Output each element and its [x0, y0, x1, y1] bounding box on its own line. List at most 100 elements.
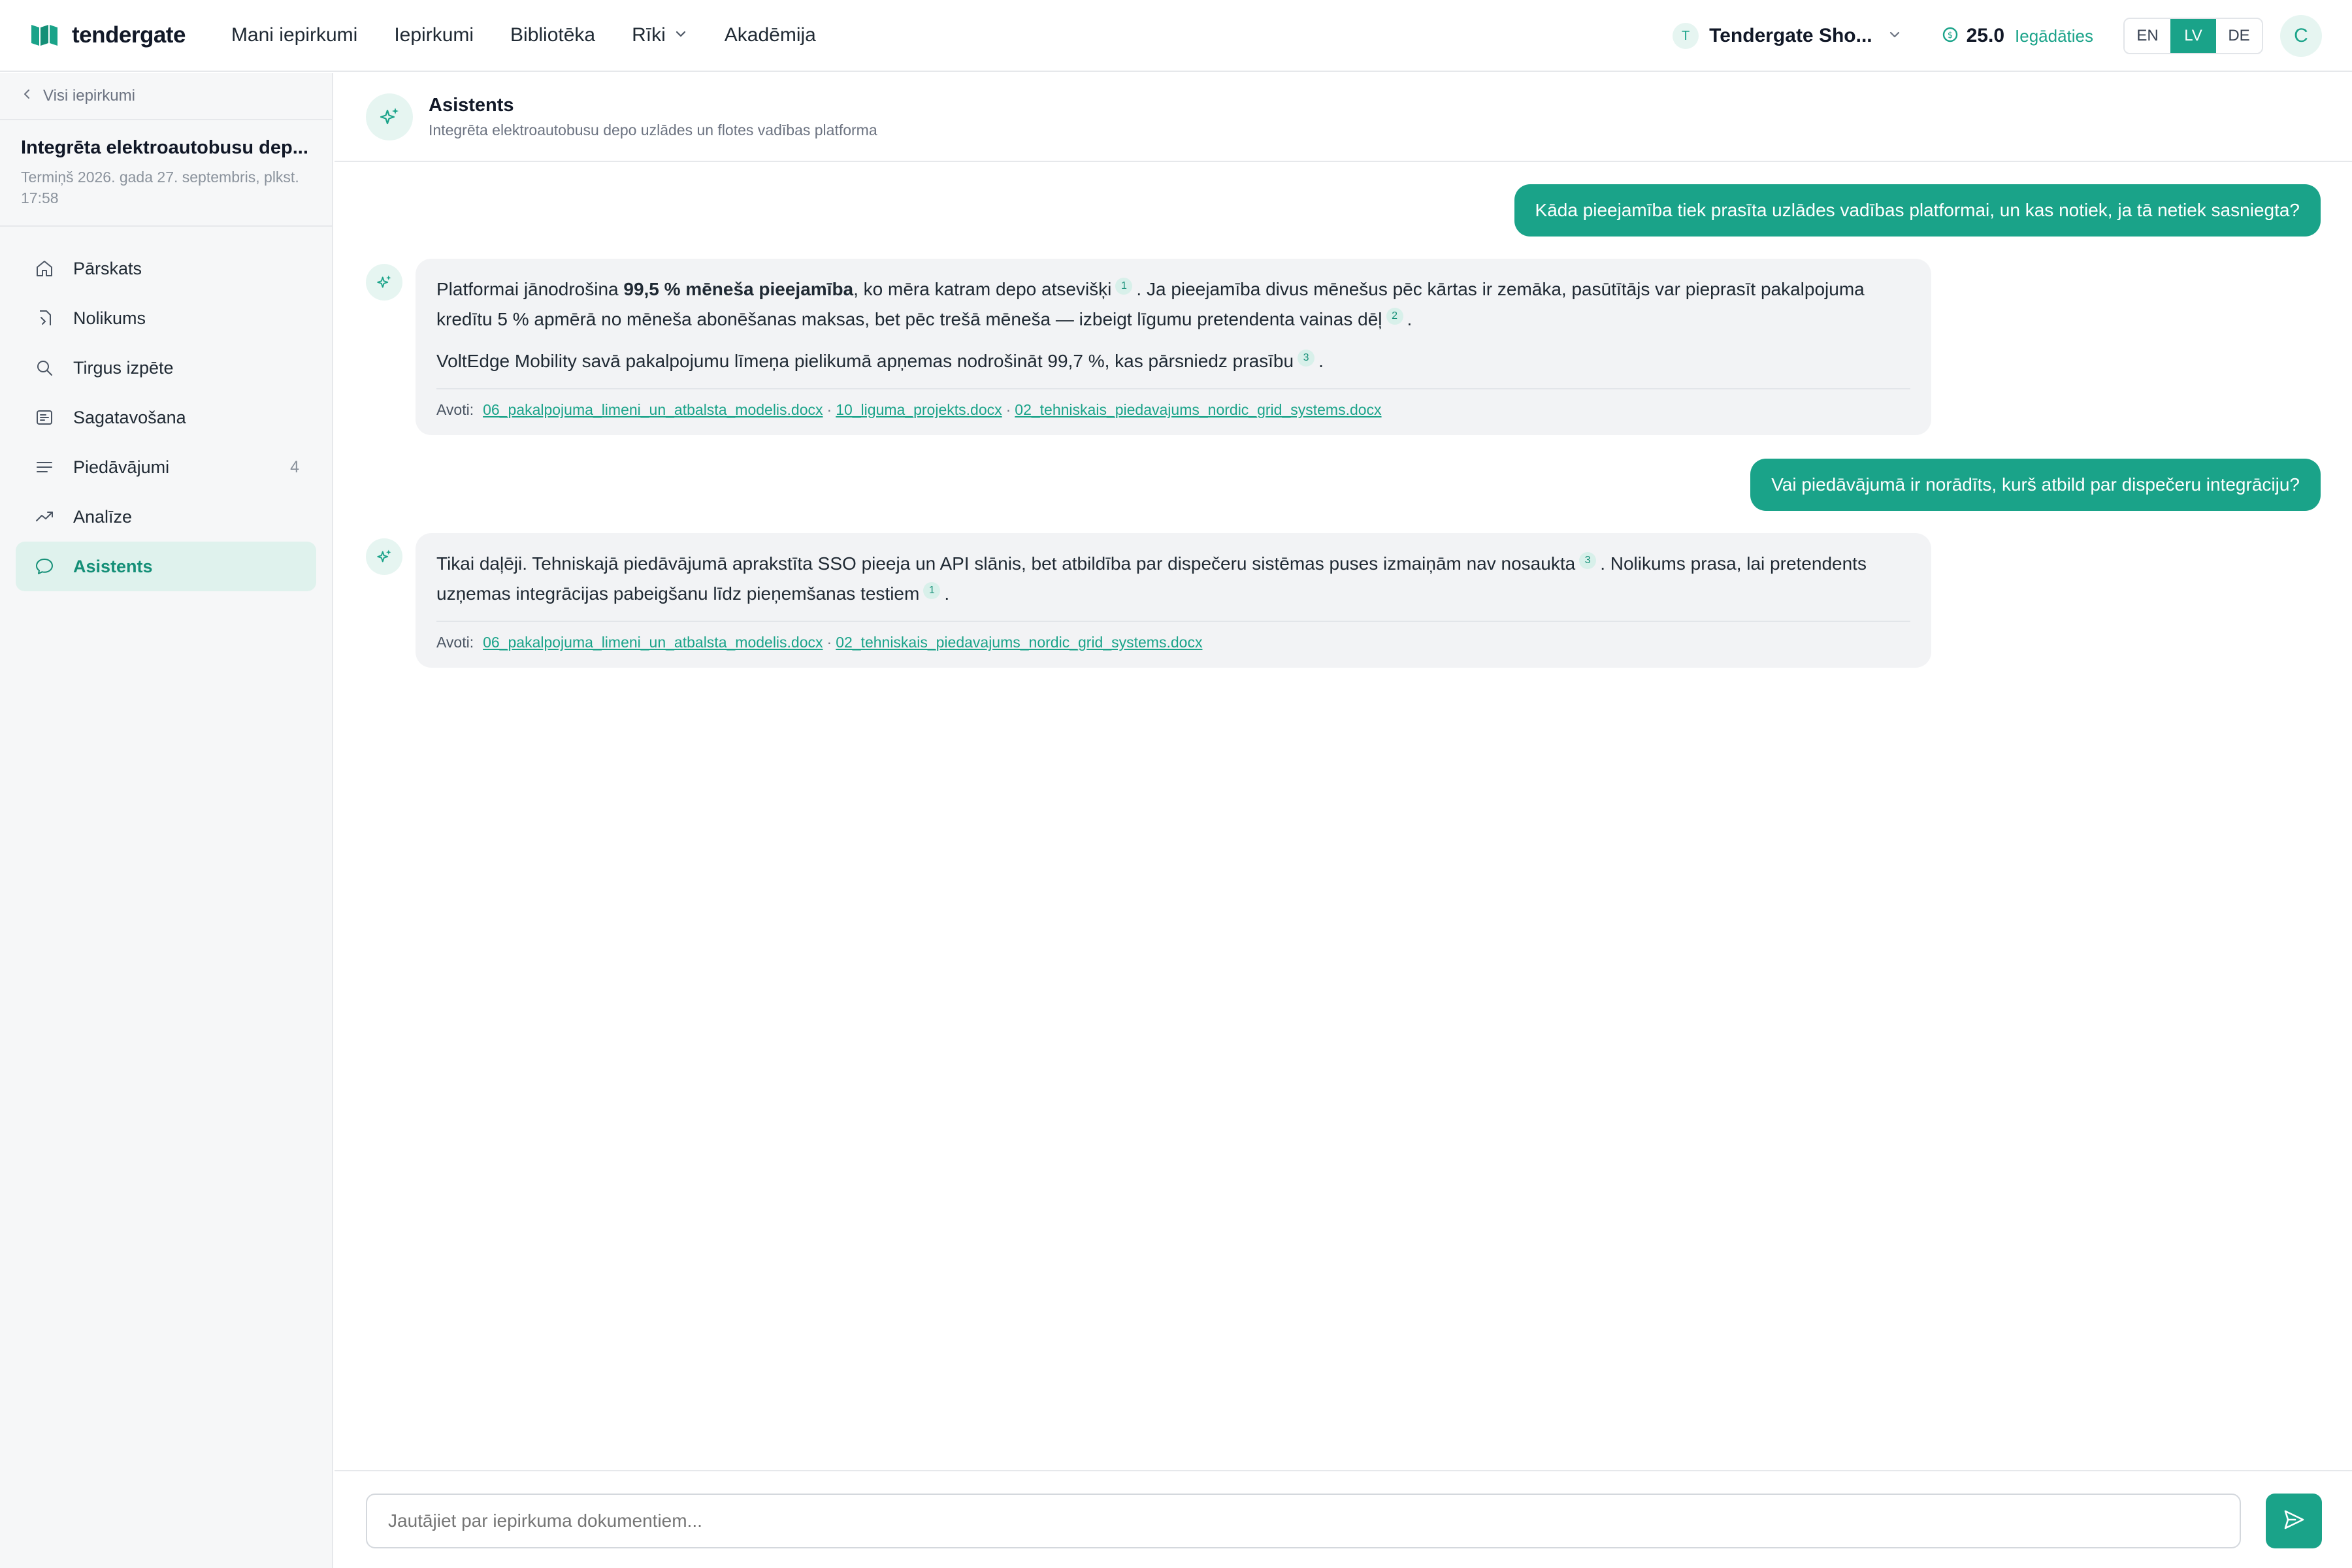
sources: Avoti: 06_pakalpojuma_limeni_un_atbalsta_… — [436, 388, 1910, 421]
composer — [335, 1470, 2352, 1568]
user-message: Vai piedāvājumā ir norādīts, kurš atbild… — [1750, 459, 2321, 511]
send-button[interactable] — [2266, 1494, 2322, 1548]
assistant-paragraph: Platformai jānodrošina 99,5 % mēneša pie… — [436, 274, 1910, 335]
search-icon — [33, 356, 56, 380]
sidebar: Visi iepirkumi Integrēta elektroautobusu… — [0, 73, 333, 1568]
back-to-all-tenders-link[interactable]: Visi iepirkumi — [0, 73, 332, 120]
org-badge: T — [1673, 23, 1699, 49]
citation-badge[interactable]: 3 — [1298, 349, 1315, 367]
send-icon — [2281, 1507, 2307, 1536]
coin-icon: $ — [1942, 26, 1959, 46]
text-segment: VoltEdge Mobility savā pakalpojumu līmeņ… — [436, 351, 1294, 371]
app: tendergate Mani iepirkumi Iepirkumi Bibl… — [0, 0, 2352, 1568]
source-link[interactable]: 06_pakalpojuma_limeni_un_atbalsta_modeli… — [483, 634, 823, 651]
brand-name: tendergate — [72, 22, 186, 48]
citation-badge[interactable]: 2 — [1386, 307, 1403, 325]
text-segment: . — [1407, 309, 1413, 329]
draft-icon — [33, 406, 56, 429]
sidebar-item-sagatavosana[interactable]: Sagatavošana — [16, 393, 316, 442]
citation-badge[interactable]: 3 — [1579, 551, 1597, 569]
trend-icon — [33, 505, 56, 529]
text-segment: , ko mēra katram depo atsevišķi — [853, 279, 1112, 299]
citation-badge[interactable]: 1 — [1115, 277, 1133, 295]
buy-credits-link[interactable]: Iegādāties — [2015, 26, 2093, 46]
text-segment: Tikai daļēji. Tehniskajā piedāvājumā apr… — [436, 553, 1576, 574]
assistant-paragraph: VoltEdge Mobility savā pakalpojumu līmeņ… — [436, 346, 1910, 376]
sidebar-item-label: Analīze — [73, 506, 133, 527]
home-icon — [33, 257, 56, 280]
language-switcher: EN LV DE — [2123, 18, 2263, 54]
tendergate-logo-icon — [30, 22, 59, 48]
sparkles-icon — [366, 538, 402, 575]
lang-en-button[interactable]: EN — [2125, 19, 2170, 53]
sidebar-item-asistents[interactable]: Asistents — [16, 542, 316, 591]
document-icon — [33, 306, 56, 330]
sidebar-item-label: Sagatavošana — [73, 407, 186, 427]
chat-icon — [33, 555, 56, 578]
sidebar-item-piedavajumi[interactable]: Piedāvājumi 4 — [16, 442, 316, 492]
svg-text:$: $ — [1947, 31, 1952, 41]
source-separator: · — [1005, 401, 1011, 418]
text-segment: . — [1318, 351, 1324, 371]
chat-title: Asistents — [429, 95, 514, 116]
nav-mani-iepirkumi[interactable]: Mani iepirkumi — [231, 24, 357, 46]
credits: $ 25.0 Iegādāties — [1942, 25, 2093, 47]
chevron-left-icon — [21, 87, 34, 105]
assistant-bubble: Tikai daļēji. Tehniskajā piedāvājumā apr… — [416, 533, 1931, 668]
nav-riki-label: Rīki — [632, 24, 666, 46]
sidebar-item-label: Nolikums — [73, 308, 146, 328]
sources-label: Avoti: — [436, 401, 474, 418]
nav-akademija[interactable]: Akadēmija — [725, 24, 816, 46]
sidebar-item-tirgus-izpete[interactable]: Tirgus izpēte — [16, 343, 316, 393]
lang-de-button[interactable]: DE — [2216, 19, 2262, 53]
user-avatar[interactable]: C — [2280, 15, 2322, 57]
credits-value: 25.0 — [1966, 25, 2005, 46]
assistant-panel: Asistents Integrēta elektroautobusu depo… — [335, 73, 2352, 1568]
chat-header: Asistents Integrēta elektroautobusu depo… — [335, 73, 2352, 162]
assistant-message: Platformai jānodrošina 99,5 % mēneša pie… — [366, 259, 1931, 435]
source-link[interactable]: 06_pakalpojuma_limeni_un_atbalsta_modeli… — [483, 401, 823, 418]
sidebar-item-label: Pārskats — [73, 258, 142, 278]
sidebar-item-parskats[interactable]: Pārskats — [16, 244, 316, 293]
sparkles-icon — [366, 264, 402, 301]
nav-riki[interactable]: Rīki — [632, 24, 688, 46]
citation-badge[interactable]: 1 — [923, 581, 941, 599]
assistant-message: Tikai daļēji. Tehniskajā piedāvājumā apr… — [366, 533, 1931, 668]
nav-iepirkumi[interactable]: Iepirkumi — [394, 24, 474, 46]
chat-header-text: Asistents Integrēta elektroautobusu depo… — [429, 95, 877, 139]
sidebar-item-analize[interactable]: Analīze — [16, 492, 316, 542]
tender-info: Integrēta elektroautobusu dep... Termiņš… — [0, 120, 332, 227]
text-bold: 99,5 % mēneša pieejamība — [623, 279, 854, 299]
source-separator: · — [826, 634, 832, 651]
list-icon — [33, 455, 56, 479]
top-bar: tendergate Mani iepirkumi Iepirkumi Bibl… — [0, 0, 2352, 72]
sources: Avoti: 06_pakalpojuma_limeni_un_atbalsta_… — [436, 621, 1910, 653]
nav-biblioteka[interactable]: Bibliotēka — [510, 24, 595, 46]
assistant-bubble: Platformai jānodrošina 99,5 % mēneša pie… — [416, 259, 1931, 435]
sidebar-item-label: Tirgus izpēte — [73, 357, 174, 378]
source-separator: · — [826, 401, 832, 418]
sparkles-icon — [366, 93, 413, 140]
message-list: Kāda pieejamība tiek prasīta uzlādes vad… — [335, 163, 2352, 1470]
assistant-paragraph: Tikai daļēji. Tehniskajā piedāvājumā apr… — [436, 549, 1910, 609]
org-switcher[interactable]: T Tendergate Sho... — [1673, 23, 1902, 49]
tender-title: Integrēta elektroautobusu dep... — [21, 137, 308, 158]
tender-deadline: Termiņš 2026. gada 27. septembris, plkst… — [21, 169, 299, 206]
main-nav: Mani iepirkumi Iepirkumi Bibliotēka Rīki… — [231, 24, 853, 46]
question-input[interactable] — [366, 1494, 2241, 1548]
text-segment: . — [944, 583, 950, 604]
sidebar-item-nolikums[interactable]: Nolikums — [16, 293, 316, 343]
back-label: Visi iepirkumi — [43, 87, 135, 105]
source-link[interactable]: 02_tehniskais_piedavajums_nordic_grid_sy… — [836, 634, 1202, 651]
source-link[interactable]: 10_liguma_projekts.docx — [836, 401, 1002, 418]
lang-lv-button[interactable]: LV — [2170, 19, 2216, 53]
top-right-controls: T Tendergate Sho... $ 25.0 Iegādāties EN… — [1673, 0, 2322, 72]
chat-subtitle: Integrēta elektroautobusu depo uzlādes u… — [429, 122, 877, 139]
offers-count: 4 — [290, 457, 299, 476]
sidebar-item-label: Asistents — [73, 556, 153, 576]
source-link[interactable]: 02_tehniskais_piedavajums_nordic_grid_sy… — [1015, 401, 1381, 418]
org-name: Tendergate Sho... — [1709, 25, 1872, 46]
sources-label: Avoti: — [436, 634, 474, 651]
logo[interactable]: tendergate — [30, 22, 186, 48]
sidebar-menu: Pārskats Nolikums Tirgus izpēte Sagatavo… — [0, 227, 332, 608]
